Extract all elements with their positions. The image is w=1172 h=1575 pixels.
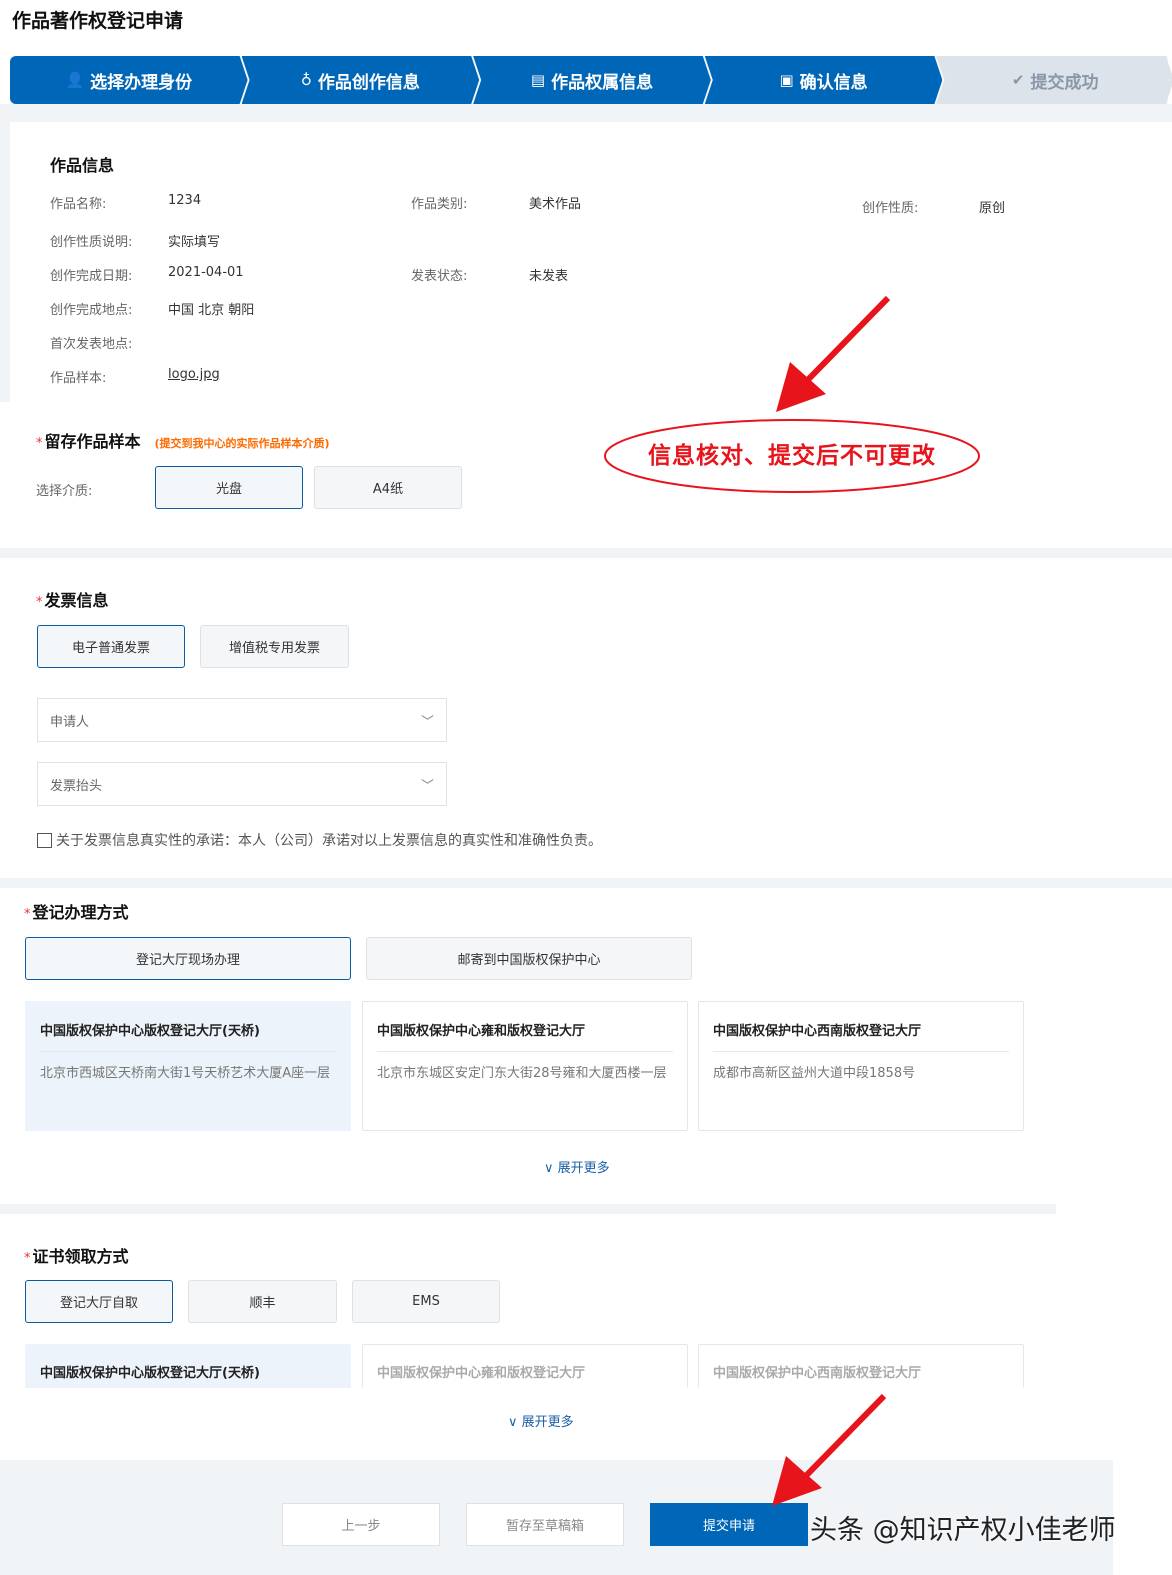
- arrow-icon: [772, 1393, 887, 1506]
- annotation-overlay: [604, 295, 980, 1506]
- arrow-icon: [776, 295, 891, 412]
- annotation-text: 信息核对、提交后不可更改: [648, 443, 936, 469]
- watermark: 头条 @知识产权小佳老师: [810, 1515, 1116, 1546]
